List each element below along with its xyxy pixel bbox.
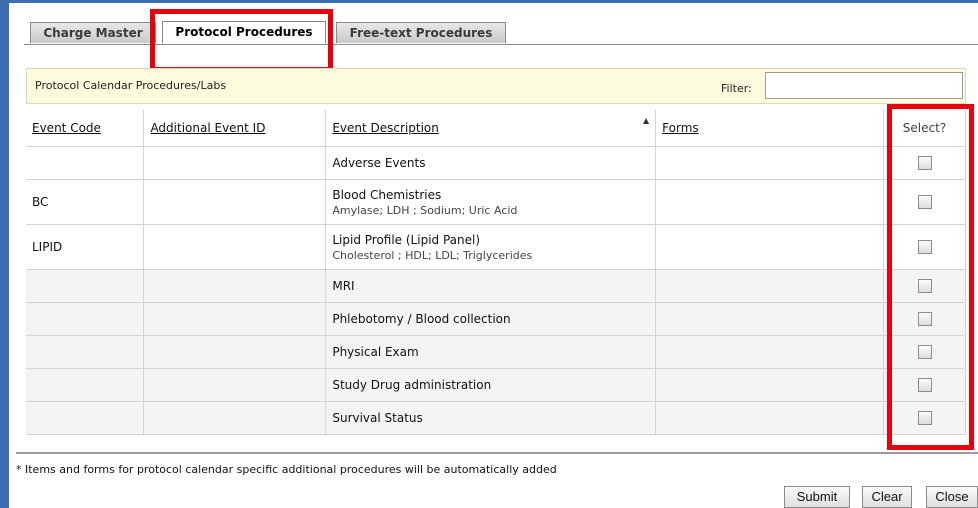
forms-cell bbox=[655, 335, 884, 369]
description-cell: Lipid Profile (Lipid Panel) Cholesterol ;… bbox=[325, 224, 657, 270]
select-checkbox[interactable] bbox=[917, 279, 932, 294]
footer-note: * Items and forms for protocol calendar … bbox=[16, 463, 557, 476]
description-cell: Phlebotomy / Blood collection bbox=[325, 302, 657, 336]
description-cell: MRI bbox=[325, 269, 657, 303]
select-cell bbox=[883, 335, 966, 369]
filter-label: Filter: bbox=[721, 82, 752, 95]
description-text: Lipid Profile (Lipid Panel) bbox=[332, 232, 481, 247]
description-text: MRI bbox=[332, 279, 355, 293]
panel-title: Protocol Calendar Procedures/Labs bbox=[35, 79, 227, 92]
event-code-cell bbox=[26, 335, 145, 369]
select-checkbox[interactable] bbox=[917, 411, 932, 426]
header-select: Select? bbox=[883, 110, 966, 147]
tab-free-text-procedures[interactable]: Free-text Procedures bbox=[336, 22, 506, 43]
procedures-table: Event Code Additional Event ID Event Des… bbox=[26, 110, 966, 435]
table-row: BC Blood Chemistries Amylase; LDH ; Sodiu… bbox=[26, 179, 966, 225]
event-code-cell: LIPID bbox=[26, 224, 145, 270]
description-details: Cholesterol ; HDL; LDL; Triglycerides bbox=[332, 248, 533, 262]
select-checkbox[interactable] bbox=[917, 240, 932, 255]
table-header-row: Event Code Additional Event ID Event Des… bbox=[26, 110, 966, 147]
submit-button[interactable]: Submit bbox=[784, 486, 850, 508]
close-button[interactable]: Close bbox=[926, 486, 978, 508]
description-cell: Adverse Events bbox=[325, 146, 657, 180]
forms-cell bbox=[655, 146, 884, 180]
filter-input[interactable] bbox=[765, 72, 963, 99]
forms-cell bbox=[655, 401, 884, 435]
description-text: Adverse Events bbox=[332, 156, 426, 170]
header-event-description[interactable]: Event Description ▲ bbox=[325, 110, 657, 147]
forms-cell bbox=[655, 302, 884, 336]
select-cell bbox=[883, 368, 966, 402]
select-checkbox[interactable] bbox=[917, 378, 932, 393]
select-cell bbox=[883, 401, 966, 435]
select-cell bbox=[883, 269, 966, 303]
filter-bar: Protocol Calendar Procedures/Labs Filter… bbox=[26, 68, 966, 104]
clear-button[interactable]: Clear bbox=[862, 486, 912, 508]
event-code-cell bbox=[26, 146, 145, 180]
forms-cell bbox=[655, 179, 884, 225]
description-cell: Study Drug administration bbox=[325, 368, 657, 402]
additional-id-cell bbox=[143, 302, 327, 336]
additional-id-cell bbox=[143, 401, 327, 435]
description-details: Amylase; LDH ; Sodium; Uric Acid bbox=[332, 203, 518, 217]
header-additional-event-id[interactable]: Additional Event ID bbox=[143, 110, 327, 147]
window-frame-top bbox=[0, 0, 978, 3]
forms-cell bbox=[655, 368, 884, 402]
event-code-cell bbox=[26, 269, 145, 303]
additional-id-cell bbox=[143, 269, 327, 303]
header-event-code[interactable]: Event Code bbox=[26, 110, 145, 147]
additional-id-cell bbox=[143, 335, 327, 369]
description-text: Blood Chemistries bbox=[332, 187, 442, 202]
additional-id-cell bbox=[143, 146, 327, 180]
additional-id-cell bbox=[143, 224, 327, 270]
select-cell bbox=[883, 179, 966, 225]
table-row: LIPID Lipid Profile (Lipid Panel) Cholest… bbox=[26, 224, 966, 270]
description-cell: Blood Chemistries Amylase; LDH ; Sodium; … bbox=[325, 179, 657, 225]
additional-id-cell bbox=[143, 179, 327, 225]
select-checkbox[interactable] bbox=[917, 195, 932, 210]
header-forms[interactable]: Forms bbox=[655, 110, 884, 147]
description-cell: Physical Exam bbox=[325, 335, 657, 369]
select-cell bbox=[883, 224, 966, 270]
footer-divider bbox=[16, 452, 978, 454]
event-code-cell bbox=[26, 401, 145, 435]
select-checkbox[interactable] bbox=[917, 312, 932, 327]
description-text: Study Drug administration bbox=[332, 378, 492, 392]
table-row: Adverse Events bbox=[26, 146, 966, 180]
tab-charge-master[interactable]: Charge Master bbox=[30, 22, 156, 43]
forms-cell bbox=[655, 269, 884, 303]
description-text: Physical Exam bbox=[332, 345, 419, 359]
table-row: Study Drug administration bbox=[26, 368, 966, 402]
select-checkbox[interactable] bbox=[917, 345, 932, 360]
additional-id-cell bbox=[143, 368, 327, 402]
tab-protocol-procedures[interactable]: Protocol Procedures bbox=[162, 21, 326, 44]
window-frame-left bbox=[0, 0, 9, 508]
table-row: Survival Status bbox=[26, 401, 966, 435]
description-text: Phlebotomy / Blood collection bbox=[332, 312, 511, 326]
event-code-cell bbox=[26, 368, 145, 402]
description-text: Survival Status bbox=[332, 411, 423, 425]
select-checkbox[interactable] bbox=[917, 156, 932, 171]
description-cell: Survival Status bbox=[325, 401, 657, 435]
event-code-cell bbox=[26, 302, 145, 336]
table-row: Phlebotomy / Blood collection bbox=[26, 302, 966, 336]
procedures-panel: Protocol Calendar Procedures/Labs Filter… bbox=[26, 68, 966, 442]
select-cell bbox=[883, 302, 966, 336]
select-cell bbox=[883, 146, 966, 180]
table-row: Physical Exam bbox=[26, 335, 966, 369]
event-code-cell: BC bbox=[26, 179, 145, 225]
forms-cell bbox=[655, 224, 884, 270]
table-row: MRI bbox=[26, 269, 966, 303]
tab-bar: Charge Master Protocol Procedures Free-t… bbox=[24, 20, 978, 45]
sort-ascending-icon: ▲ bbox=[643, 116, 650, 125]
